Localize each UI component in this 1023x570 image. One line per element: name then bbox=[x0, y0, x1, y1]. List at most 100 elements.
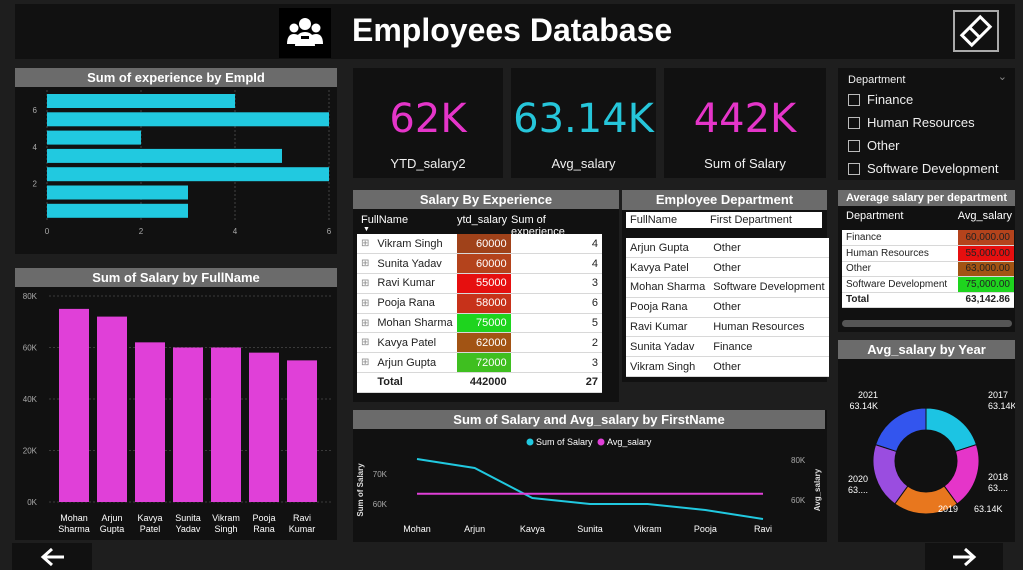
col-first-department[interactable]: First Department bbox=[710, 214, 792, 226]
experience-bar[interactable] bbox=[47, 112, 329, 127]
cell-ytd-salary: 60000 bbox=[456, 234, 511, 255]
checkbox[interactable] bbox=[848, 139, 860, 152]
experience-bar[interactable] bbox=[47, 185, 188, 200]
salary-experience-title: Salary By Experience bbox=[353, 190, 619, 209]
cell-department: Software Development bbox=[709, 277, 829, 298]
salary-bar[interactable] bbox=[249, 352, 279, 502]
salary-bar[interactable] bbox=[173, 347, 203, 503]
total-label: Total bbox=[842, 292, 959, 308]
y-tick-label: 4 bbox=[33, 143, 38, 152]
col-avg-salary[interactable]: Avg_salary bbox=[958, 210, 1012, 222]
cell-emp-fullname: Arjun Gupta bbox=[626, 238, 710, 259]
donut-chart: 201763.14K201863....2019 63.14K202063....… bbox=[848, 390, 1015, 515]
checkbox[interactable] bbox=[848, 162, 860, 175]
table-row[interactable]: Arjun Gupta Other bbox=[626, 238, 829, 259]
sum-salary-line[interactable] bbox=[416, 458, 764, 520]
x-tick-label: Arjun bbox=[101, 513, 122, 523]
x-tick-label: 4 bbox=[233, 227, 238, 236]
eraser-icon[interactable] bbox=[953, 10, 999, 52]
slice-label-value: 63.14K bbox=[849, 401, 878, 411]
y-tick-label: 6 bbox=[33, 106, 38, 115]
table-row[interactable]: Human Resources 55,000.00 bbox=[842, 245, 1014, 262]
table-row[interactable]: ⊞ Kavya Patel 62000 2 bbox=[357, 332, 602, 354]
col-ytd-salary[interactable]: ytd_salary bbox=[457, 214, 507, 226]
legend-marker bbox=[526, 438, 534, 446]
experience-bar[interactable] bbox=[47, 130, 141, 145]
slicer-option-software[interactable]: Software Development bbox=[848, 161, 999, 176]
x-tick-label: Vikram bbox=[212, 513, 240, 523]
salary-bar[interactable] bbox=[59, 308, 89, 502]
salary-bar[interactable] bbox=[135, 342, 165, 502]
table-row[interactable]: Pooja Rana Other bbox=[626, 297, 829, 318]
expand-icon[interactable]: ⊞ bbox=[357, 352, 374, 374]
cell-experience: 3 bbox=[510, 352, 602, 374]
col-emp-fullname[interactable]: FullName bbox=[630, 214, 677, 226]
expand-icon[interactable]: ⊞ bbox=[357, 234, 374, 255]
cell-emp-fullname: Vikram Singh bbox=[626, 356, 710, 378]
table-row[interactable]: Ravi Kumar Human Resources bbox=[626, 317, 829, 338]
slicer-option-hr[interactable]: Human Resources bbox=[848, 115, 975, 130]
avg-dept-title: Average salary per department bbox=[838, 190, 1015, 206]
sort-caret-icon[interactable]: ▼ bbox=[363, 226, 370, 233]
expand-icon[interactable]: ⊞ bbox=[357, 332, 374, 354]
avg-dept-table: Finance 60,000.00 Human Resources 55,000.00… bbox=[842, 230, 1014, 308]
cell-experience: 4 bbox=[510, 253, 602, 275]
table-row[interactable]: Other 63,000.00 bbox=[842, 261, 1014, 277]
kpi-avg-label: Avg_salary bbox=[551, 156, 616, 171]
table-row[interactable]: Kavya Patel Other bbox=[626, 257, 829, 279]
col-department[interactable]: Department bbox=[846, 210, 903, 222]
slicer-option-finance[interactable]: Finance bbox=[848, 92, 913, 107]
slicer-option-other[interactable]: Other bbox=[848, 138, 900, 153]
cell-emp-fullname: Ravi Kumar bbox=[626, 317, 710, 338]
arrow-left-icon[interactable] bbox=[12, 543, 92, 570]
donut-slice[interactable] bbox=[874, 407, 927, 453]
combo-line-chart: Sum of Salary Avg_salary 70K 60K 80K 60K Sum o… bbox=[356, 437, 822, 534]
cell-emp-fullname: Mohan Sharma bbox=[626, 277, 710, 298]
x-tick-label: Ravi bbox=[754, 524, 772, 534]
experience-bar[interactable] bbox=[47, 203, 188, 218]
y-tick-label: 0K bbox=[27, 498, 37, 507]
chevron-down-icon[interactable]: ⌄ bbox=[998, 70, 1007, 83]
table-row[interactable]: ⊞ Ravi Kumar 55000 3 bbox=[357, 273, 602, 294]
scrollbar[interactable] bbox=[842, 320, 1012, 327]
slicer-title: Department bbox=[848, 74, 906, 86]
salary-bar[interactable] bbox=[287, 360, 317, 502]
checkbox[interactable] bbox=[848, 116, 860, 129]
col-fullname[interactable]: FullName bbox=[361, 214, 408, 226]
experience-bar[interactable] bbox=[47, 94, 235, 108]
donut-slice[interactable] bbox=[925, 407, 978, 453]
expand-icon[interactable]: ⊞ bbox=[357, 293, 374, 314]
experience-bar[interactable] bbox=[47, 148, 282, 163]
table-row[interactable]: ⊞ Vikram Singh 60000 4 bbox=[357, 234, 602, 255]
expand-icon[interactable]: ⊞ bbox=[357, 313, 374, 334]
arrow-right-icon[interactable] bbox=[925, 543, 1003, 570]
table-row[interactable]: Software Development 75,000.00 bbox=[842, 276, 1014, 293]
cell-experience: 4 bbox=[510, 234, 602, 255]
table-row[interactable]: ⊞ Pooja Rana 58000 6 bbox=[357, 293, 602, 314]
table-row[interactable]: Finance 60,000.00 bbox=[842, 230, 1014, 246]
table-row[interactable]: Mohan Sharma Software Development bbox=[626, 277, 829, 298]
cell-department: Finance bbox=[842, 230, 959, 246]
y-tick-label: 80K bbox=[23, 292, 38, 301]
table-row[interactable]: Vikram Singh Other bbox=[626, 356, 829, 378]
table-row[interactable]: ⊞ Arjun Gupta 72000 3 bbox=[357, 352, 602, 374]
salary-bar-chart: 0K 20K 40K 60K 80K MohanSharma ArjunGupta Kavya… bbox=[23, 292, 331, 534]
expand-icon[interactable]: ⊞ bbox=[357, 273, 374, 294]
expand-icon[interactable]: ⊞ bbox=[357, 253, 374, 275]
x-tick-label: Ravi bbox=[293, 513, 311, 523]
y-left-tick: 60K bbox=[373, 500, 388, 509]
table-row[interactable]: Sunita Yadav Finance bbox=[626, 336, 829, 358]
experience-bar[interactable] bbox=[47, 167, 329, 182]
slice-label-value: 63.14K bbox=[974, 504, 1003, 514]
salary-bar[interactable] bbox=[211, 347, 241, 503]
cell-department: Human Resources bbox=[842, 245, 959, 262]
salary-chart-title: Sum of Salary by FullName bbox=[15, 268, 337, 287]
people-group-icon bbox=[279, 8, 331, 58]
legend-label: Sum of Salary bbox=[536, 437, 593, 447]
cell-fullname: Vikram Singh bbox=[373, 234, 457, 255]
salary-bar[interactable] bbox=[97, 316, 127, 502]
table-row[interactable]: ⊞ Sunita Yadav 60000 4 bbox=[357, 253, 602, 275]
checkbox[interactable] bbox=[848, 93, 860, 106]
x-tick-label: Kavya bbox=[520, 524, 545, 534]
table-row[interactable]: ⊞ Mohan Sharma 75000 5 bbox=[357, 313, 602, 334]
